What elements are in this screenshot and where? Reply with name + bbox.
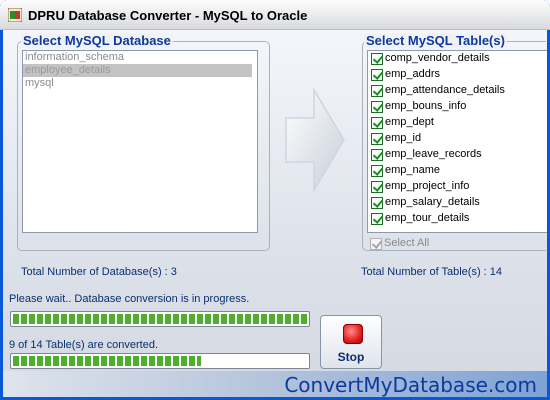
tables-converted-label: 9 of 14 Table(s) are converted. — [9, 339, 158, 351]
brand-text: ConvertMyDatabase.com — [284, 373, 537, 397]
table-progress-bar — [10, 353, 310, 369]
stop-button[interactable]: Stop — [320, 315, 382, 369]
stop-icon — [343, 324, 363, 344]
table-item[interactable]: emp_salary_details — [368, 195, 547, 211]
checkbox[interactable] — [371, 117, 383, 129]
table-item-label: emp_addrs — [385, 68, 441, 80]
checkbox[interactable] — [371, 85, 383, 97]
database-list[interactable]: information_schema employee_details mysq… — [22, 50, 258, 233]
table-item[interactable]: emp_project_info — [368, 179, 547, 195]
table-item-label: emp_leave_records — [385, 148, 482, 160]
status-message: Please wait.. Database conversion is in … — [9, 293, 250, 305]
table-count-label: Total Number of Table(s) : 14 — [361, 266, 503, 278]
table-progress-fill — [13, 356, 202, 366]
database-item[interactable]: employee_details — [23, 64, 252, 77]
database-item[interactable]: information_schema — [23, 51, 257, 64]
table-item-label: emp_id — [385, 132, 422, 144]
overall-progress-fill — [13, 314, 307, 324]
tables-group: Select MySQL Table(s) comp_vendor_detail… — [362, 33, 547, 252]
right-arrow-icon — [285, 87, 345, 193]
table-item[interactable]: emp_addrs — [368, 67, 547, 83]
table-item[interactable]: emp_id — [368, 131, 547, 147]
table-item[interactable]: emp_tour_details — [368, 211, 547, 227]
table-item-label: emp_project_info — [385, 180, 470, 192]
table-item[interactable]: comp_vendor_details — [368, 51, 547, 67]
database-count-label: Total Number of Database(s) : 3 — [21, 266, 177, 278]
table-item-label: emp_tour_details — [385, 212, 470, 224]
checkbox[interactable] — [370, 238, 382, 250]
checkbox[interactable] — [371, 149, 383, 161]
checkbox[interactable] — [371, 197, 383, 209]
table-item[interactable]: emp_dept — [368, 115, 547, 131]
checkbox[interactable] — [371, 165, 383, 177]
table-item[interactable]: emp_attendance_details — [368, 83, 547, 99]
overall-progress-bar — [10, 311, 310, 327]
database-group: Select MySQL Database information_schema… — [17, 33, 270, 251]
window-title: DPRU Database Converter - MySQL to Oracl… — [28, 8, 308, 23]
table-item-label: emp_bouns_info — [385, 100, 467, 112]
main-panel: Select MySQL Database information_schema… — [3, 30, 547, 397]
database-group-title: Select MySQL Database — [21, 33, 173, 48]
select-all-checkbox[interactable]: Select All — [367, 236, 517, 252]
database-item[interactable]: mysql — [23, 77, 257, 90]
checkbox[interactable] — [371, 213, 383, 225]
table-item-label: emp_name — [385, 164, 441, 176]
app-icon — [8, 8, 22, 22]
stop-button-label: Stop — [337, 350, 365, 364]
table-checklist[interactable]: comp_vendor_details emp_addrs emp_attend… — [367, 50, 547, 233]
title-bar[interactable]: DPRU Database Converter - MySQL to Oracl… — [0, 0, 550, 30]
checkbox[interactable] — [371, 181, 383, 193]
checkbox[interactable] — [371, 101, 383, 113]
checkbox[interactable] — [371, 69, 383, 81]
tables-group-title: Select MySQL Table(s) — [364, 33, 507, 48]
checkbox[interactable] — [371, 53, 383, 65]
table-item[interactable]: emp_bouns_info — [368, 99, 547, 115]
table-item-label: emp_salary_details — [385, 196, 480, 208]
table-item-label: emp_attendance_details — [385, 84, 505, 96]
checkbox[interactable] — [371, 133, 383, 145]
table-item-label: emp_dept — [385, 116, 434, 128]
select-all-label: Select All — [384, 237, 430, 249]
table-item[interactable]: emp_leave_records — [368, 147, 547, 163]
app-window: DPRU Database Converter - MySQL to Oracl… — [0, 0, 550, 400]
table-item[interactable]: emp_name — [368, 163, 547, 179]
table-item-label: comp_vendor_details — [385, 52, 490, 64]
branding-bar: ConvertMyDatabase.com — [3, 371, 547, 397]
